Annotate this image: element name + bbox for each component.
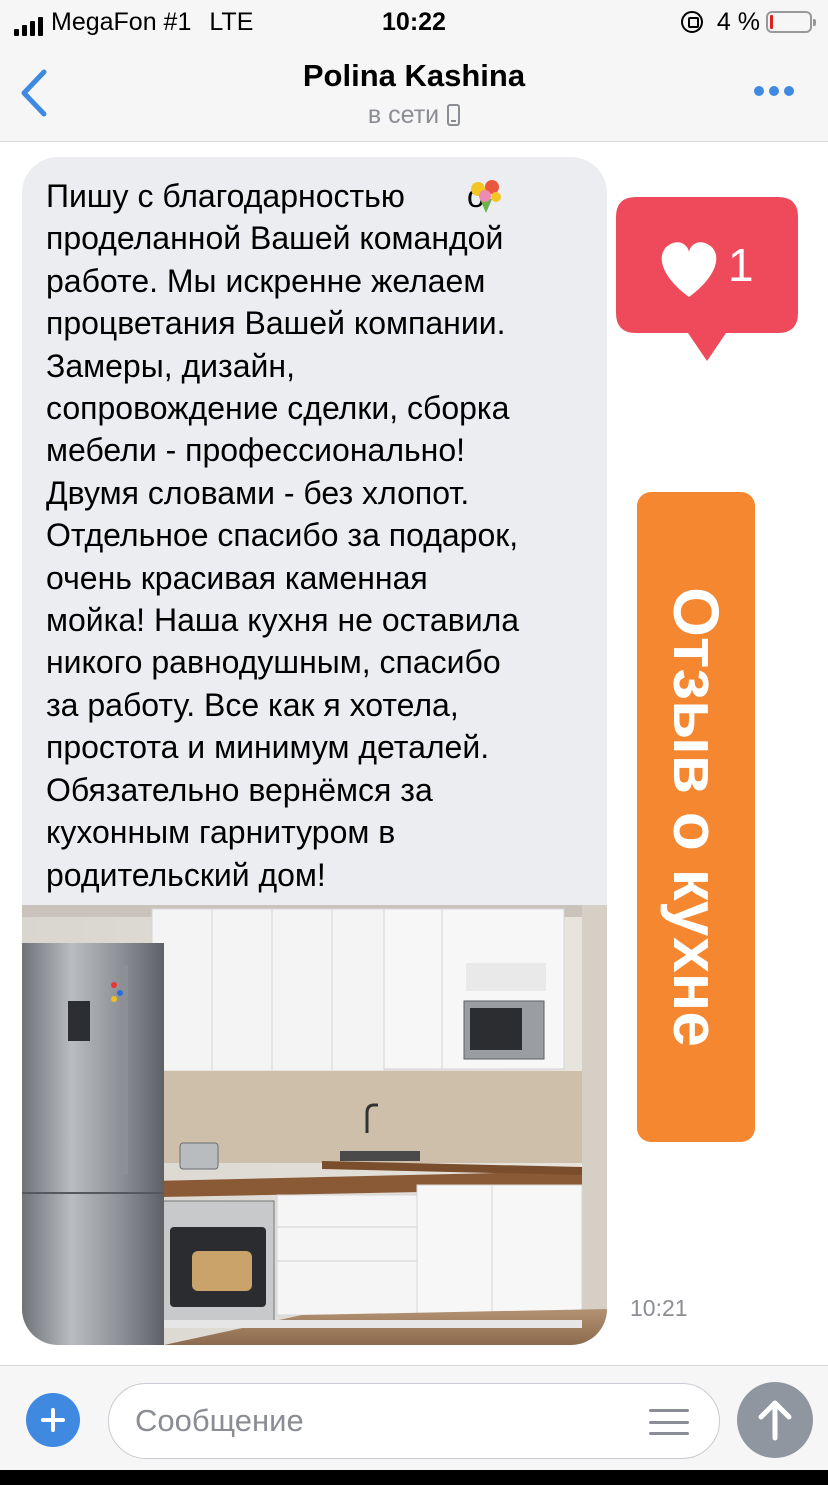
online-status: в сети: [0, 100, 828, 130]
message-text: Пишу с благодарностью о проделанной Ваше…: [46, 178, 520, 893]
kitchen-photo[interactable]: [22, 905, 607, 1345]
message-input-bar: [0, 1365, 828, 1470]
attach-button[interactable]: [26, 1393, 80, 1447]
status-bar: MegaFon #1 LTE 10:22 4 %: [0, 0, 828, 46]
menu-lines-icon[interactable]: [649, 1409, 689, 1435]
message-input[interactable]: [135, 1398, 615, 1444]
more-button[interactable]: [754, 86, 794, 96]
dot-icon: [754, 86, 764, 96]
send-button[interactable]: [737, 1382, 813, 1458]
arrow-up-icon: [758, 1400, 792, 1441]
chat-area[interactable]: Пишу с благодарностью о проделанной Ваше…: [0, 143, 828, 1365]
orientation-lock-icon: [680, 11, 703, 33]
message-field[interactable]: [108, 1383, 720, 1459]
like-count: 1: [728, 239, 754, 291]
contact-name[interactable]: Polina Kashina: [0, 58, 828, 94]
dot-icon: [784, 86, 794, 96]
screen: MegaFon #1 LTE 10:22 4 % Polina Kashina …: [0, 0, 828, 1470]
review-label-text: Отзыв о кухне: [660, 587, 732, 1047]
mobile-phone-icon: [447, 104, 461, 126]
message-time: 10:21: [630, 1295, 688, 1321]
dot-icon: [769, 86, 779, 96]
battery-percent: 4 %: [716, 8, 760, 36]
online-status-text: в сети: [367, 101, 440, 129]
review-label-banner: Отзыв о кухне: [637, 492, 755, 1142]
status-right: 4 %: [680, 8, 816, 36]
message-bubble[interactable]: Пишу с благодарностью о проделанной Ваше…: [22, 157, 607, 1345]
flowers-emoji-icon: [471, 180, 501, 213]
chat-header: Polina Kashina в сети: [0, 46, 828, 142]
like-notification-badge: [616, 197, 798, 361]
battery-icon: [766, 11, 816, 33]
